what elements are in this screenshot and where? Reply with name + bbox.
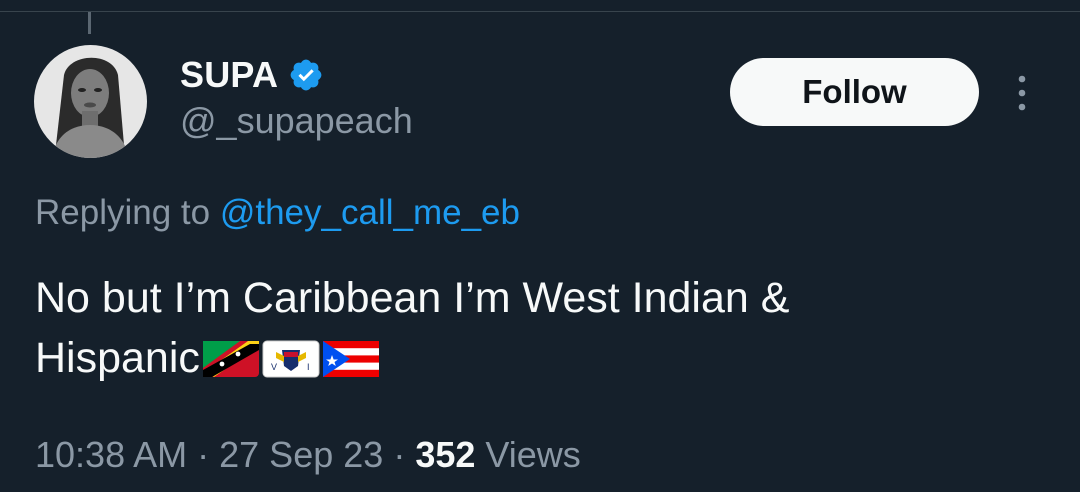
verified-badge-icon[interactable] bbox=[288, 57, 324, 93]
replying-to-line: Replying to @they_call_me_eb bbox=[35, 193, 520, 233]
author-handle[interactable]: @_supapeach bbox=[180, 100, 413, 142]
views-count[interactable]: 352 bbox=[415, 434, 475, 475]
tweet-date[interactable]: 27 Sep 23 bbox=[219, 434, 383, 475]
top-divider bbox=[0, 11, 1080, 12]
replying-to-label: Replying to bbox=[35, 193, 220, 232]
svg-text:V: V bbox=[271, 362, 277, 372]
views-label[interactable]: Views bbox=[485, 434, 580, 475]
svg-text:I: I bbox=[307, 362, 310, 372]
follow-button[interactable]: Follow bbox=[730, 58, 979, 126]
author-name-row[interactable]: SUPA bbox=[180, 52, 324, 98]
avatar-image bbox=[34, 45, 147, 158]
tweet-meta: 10:38 AM · 27 Sep 23 · 352 Views bbox=[35, 434, 581, 476]
tweet-text-line-2-text: Hispanic bbox=[35, 334, 200, 382]
tweet-time[interactable]: 10:38 AM bbox=[35, 434, 187, 475]
tweet-detail: SUPA @_supapeach Follow Replying to @the… bbox=[0, 0, 1080, 492]
reply-mention-link[interactable]: @they_call_me_eb bbox=[220, 193, 520, 232]
thread-connector-line bbox=[88, 12, 91, 34]
flag-puerto-rico-icon bbox=[322, 334, 380, 394]
avatar[interactable] bbox=[34, 45, 147, 158]
flag-us-virgin-islands-icon: V I bbox=[262, 334, 320, 394]
meta-separator-2: · bbox=[393, 434, 406, 475]
meta-separator-1: · bbox=[197, 434, 210, 475]
more-options-icon[interactable] bbox=[1008, 74, 1036, 112]
flag-saint-kitts-and-nevis-icon bbox=[202, 334, 260, 394]
tweet-text-line-2: Hispanic V I bbox=[35, 328, 1045, 394]
tweet-text: No but I’m Caribbean I’m West Indian & H… bbox=[35, 268, 1045, 394]
author-display-name[interactable]: SUPA bbox=[180, 54, 278, 96]
tweet-text-line-1: No but I’m Caribbean I’m West Indian & bbox=[35, 274, 790, 322]
